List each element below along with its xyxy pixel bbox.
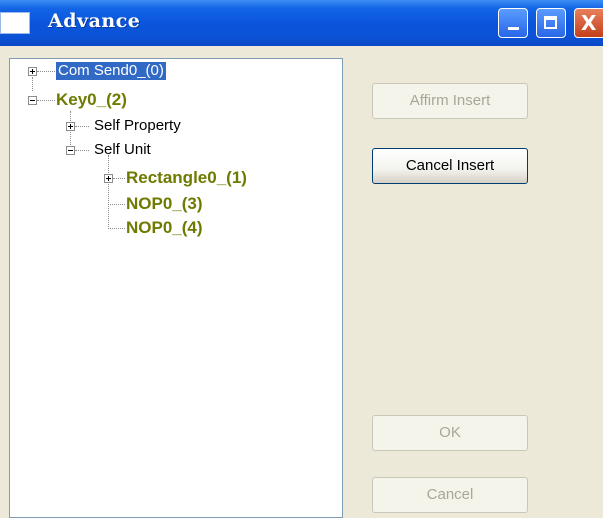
collapse-icon[interactable] <box>28 96 37 105</box>
window-icon <box>0 12 30 34</box>
maximize-button[interactable] <box>536 8 566 38</box>
tree-line <box>75 150 89 151</box>
tree-item-label: NOP0_(4) <box>126 218 203 237</box>
tree-line <box>108 155 109 227</box>
close-icon: X <box>581 11 597 35</box>
tree-item-label: Self Property <box>94 117 181 134</box>
minimize-icon <box>508 27 519 30</box>
cancel-button[interactable]: Cancel <box>372 477 528 513</box>
expand-icon[interactable] <box>104 174 113 183</box>
ok-button[interactable]: OK <box>372 415 528 451</box>
tree-line <box>37 71 55 72</box>
tree-line <box>113 178 125 179</box>
tree-line <box>37 100 55 101</box>
affirm-insert-button[interactable]: Affirm Insert <box>372 83 528 119</box>
cancel-insert-button[interactable]: Cancel Insert <box>372 148 528 184</box>
tree-line <box>108 204 125 205</box>
tree-item-label: Key0_(2) <box>56 90 127 109</box>
tree-line <box>108 228 125 229</box>
tree-item-label: NOP0_(3) <box>126 194 203 213</box>
collapse-icon[interactable] <box>66 146 75 155</box>
tree-item-label: Self Unit <box>94 141 151 158</box>
tree-item-label: Com Send0_(0) <box>56 62 166 80</box>
tree-line <box>75 126 89 127</box>
title-bar[interactable]: Advance X <box>0 0 603 46</box>
unit-tree[interactable]: Com Send0_(0) Key0_(2) Self Property Sel… <box>9 58 343 518</box>
expand-icon[interactable] <box>28 67 37 76</box>
maximize-icon <box>544 16 557 29</box>
tree-item-label: Rectangle0_(1) <box>126 168 247 187</box>
tree-line <box>32 77 33 91</box>
minimize-button[interactable] <box>498 8 528 38</box>
expand-icon[interactable] <box>66 122 75 131</box>
close-button[interactable]: X <box>574 8 603 38</box>
window-title: Advance <box>48 10 141 32</box>
